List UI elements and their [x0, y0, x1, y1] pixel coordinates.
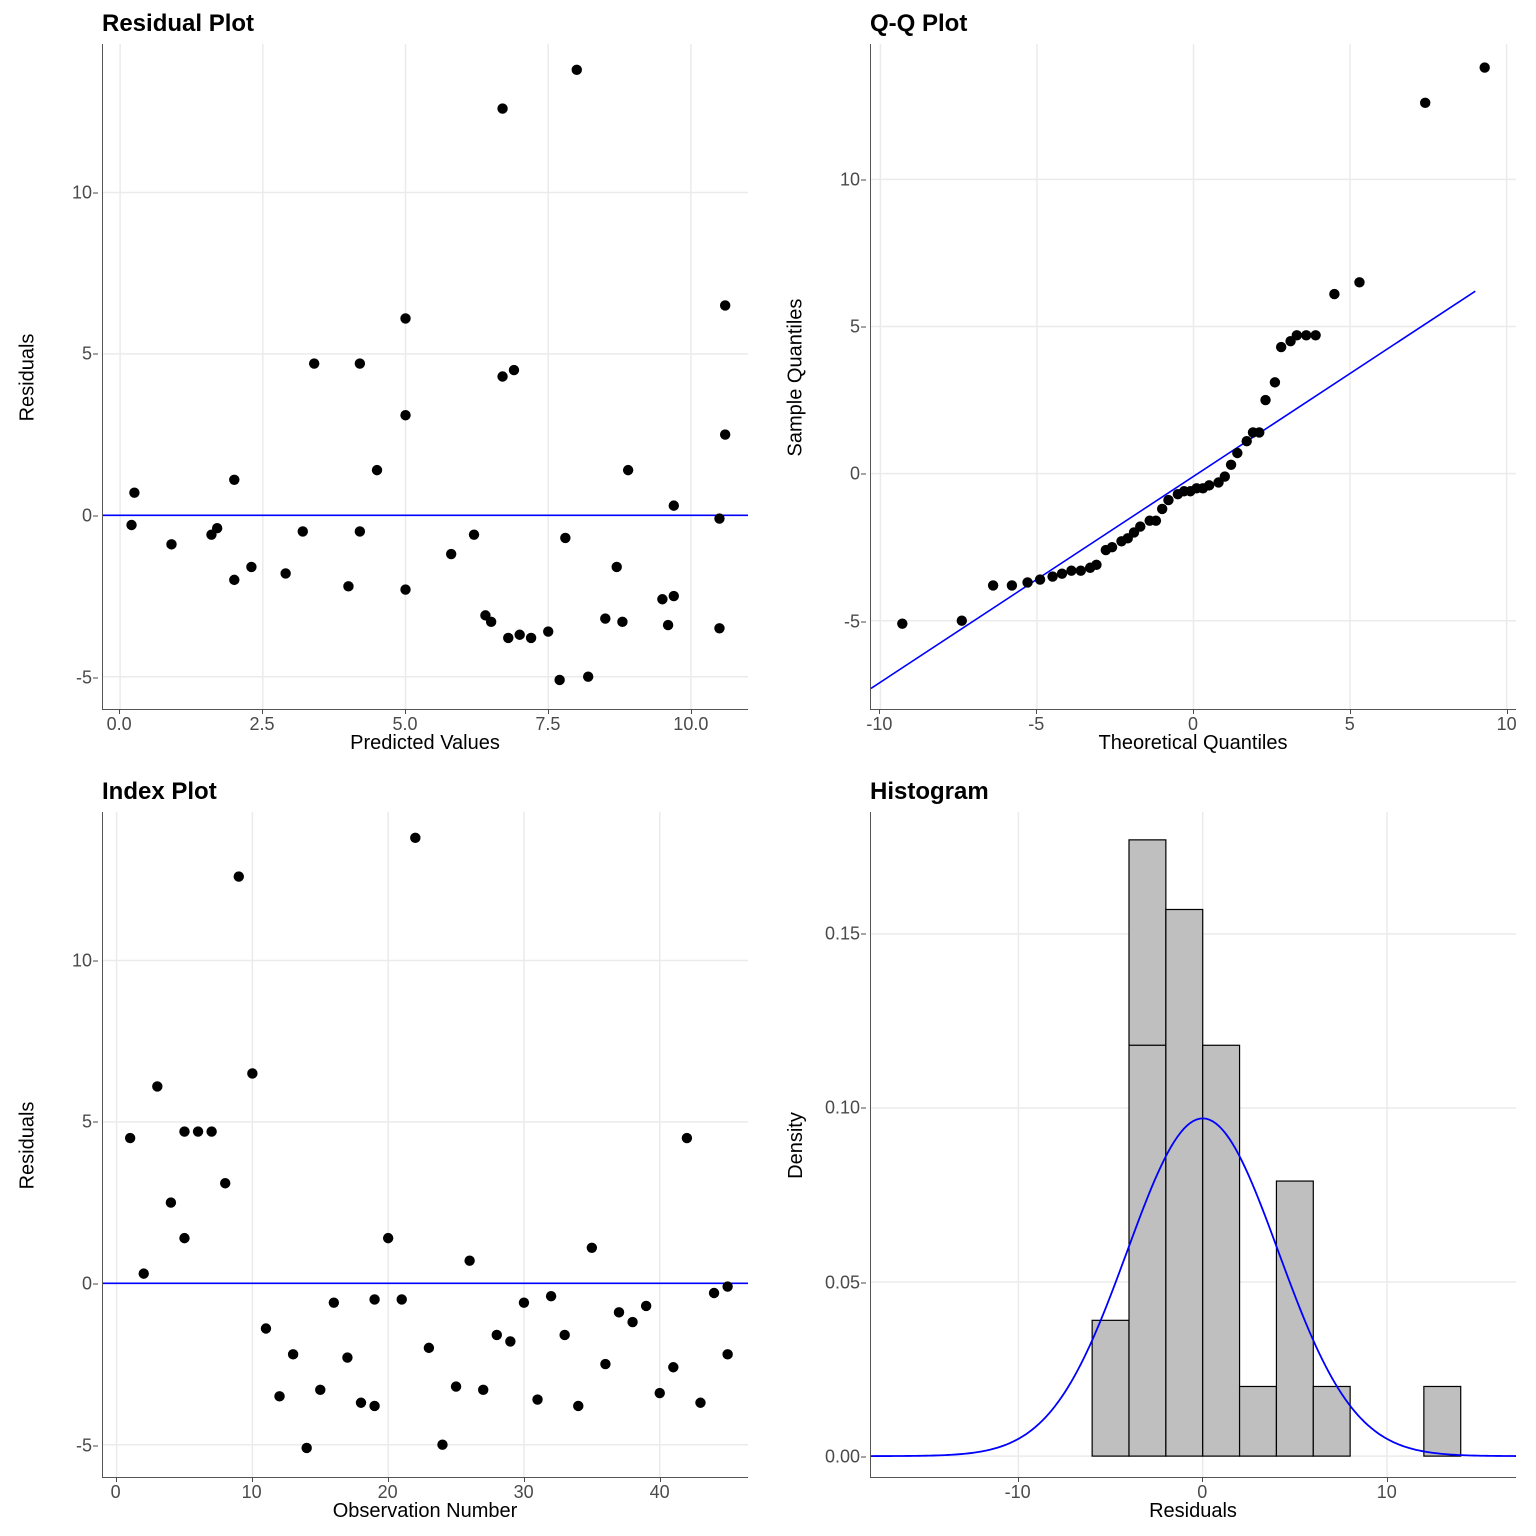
histogram-panel: Histogram Density 0.000.050.100.15 -1001…: [768, 768, 1536, 1536]
y-axis-label: Residuals: [10, 44, 46, 710]
y-ticks: -50510: [46, 812, 98, 1478]
x-ticks: 010203040: [102, 1480, 748, 1502]
y-axis-label: Sample Quantiles: [778, 44, 814, 710]
y-ticks: -50510: [46, 44, 98, 710]
y-ticks: -50510: [814, 44, 866, 710]
plot-area: [102, 812, 748, 1478]
residual-plot-panel: Residual Plot Residuals -50510 0.02.55.0…: [0, 0, 768, 768]
y-axis-label: Residuals: [10, 812, 46, 1478]
x-ticks: -10-50510: [870, 712, 1516, 734]
x-axis-label: Observation Number: [102, 1500, 748, 1524]
qq-plot-panel: Q-Q Plot Sample Quantiles -50510 -10-505…: [768, 0, 1536, 768]
plot-area: [870, 812, 1516, 1478]
x-axis-label: Predicted Values: [102, 732, 748, 756]
x-axis-label: Residuals: [870, 1500, 1516, 1524]
panel-title: Index Plot: [102, 778, 758, 806]
plot-area: [102, 44, 748, 710]
panel-title: Histogram: [870, 778, 1526, 806]
panel-title: Residual Plot: [102, 10, 758, 38]
y-ticks: 0.000.050.100.15: [814, 812, 866, 1478]
plot-area: [870, 44, 1516, 710]
x-ticks: 0.02.55.07.510.0: [102, 712, 748, 734]
index-plot-panel: Index Plot Residuals -50510 010203040 Ob…: [0, 768, 768, 1536]
panel-title: Q-Q Plot: [870, 10, 1526, 38]
x-ticks: -10010: [870, 1480, 1516, 1502]
x-axis-label: Theoretical Quantiles: [870, 732, 1516, 756]
y-axis-label: Density: [778, 812, 814, 1478]
